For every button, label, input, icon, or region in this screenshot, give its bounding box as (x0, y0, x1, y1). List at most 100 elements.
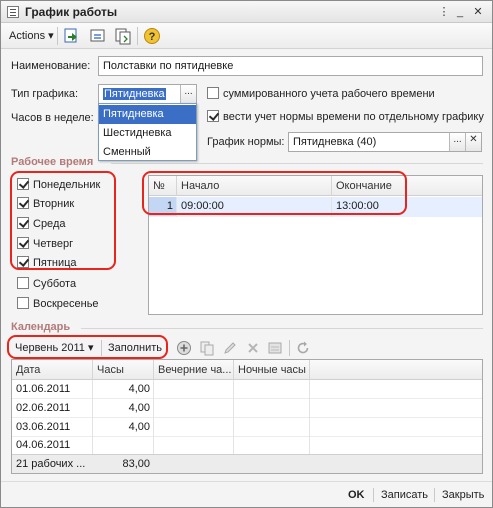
schedule-type-field[interactable]: Пятидневка ... (98, 84, 197, 104)
saturday-label: Суббота (33, 278, 77, 290)
monday-label: Понедельник (33, 179, 101, 191)
totals-row: 21 рабочих ... 83,00 (12, 454, 482, 473)
actions-menu-button[interactable]: Actions ▾ (5, 26, 58, 46)
toolbar-divider (137, 27, 138, 45)
name-label: Наименование: (11, 60, 91, 72)
month-selector[interactable]: Червень 2011 ▾ (15, 338, 94, 358)
dropdown-option[interactable]: Шестидневка (99, 124, 196, 143)
column-header[interactable]: Часы (93, 360, 154, 380)
column-header[interactable]: Начало (177, 176, 332, 196)
select-button[interactable]: ... (449, 133, 465, 151)
end-time-cell[interactable]: 13:00:00 (332, 197, 482, 216)
save-button[interactable]: Записать (381, 487, 428, 503)
footer-divider (434, 488, 435, 502)
toolbar-divider (57, 27, 58, 45)
grid-line (153, 380, 154, 454)
work-time-section-title: Рабочее время (11, 156, 94, 168)
wednesday-checkbox[interactable] (17, 217, 29, 229)
close-button[interactable]: Закрыть (442, 487, 484, 503)
monday-checkbox[interactable] (17, 178, 29, 190)
copy-document-icon[interactable] (114, 27, 132, 45)
date-cell: 03.06.2011 (16, 421, 71, 433)
footer-divider (373, 488, 374, 502)
hours-cell (93, 437, 154, 454)
actions-label: Actions (9, 30, 46, 42)
work-intervals-table[interactable]: № Начало Окончание 1 09:00:00 13:00:00 (148, 175, 483, 315)
work-schedule-window: График работы ⋮ _ ✕ Actions ▾ ? Наименов… (0, 0, 493, 508)
grid-line (309, 380, 310, 454)
fill-button[interactable]: Заполнить (108, 338, 162, 358)
column-header-empty (310, 360, 482, 380)
schedule-type-label: Тип графика: (11, 88, 79, 100)
help-icon[interactable]: ? (143, 27, 161, 45)
date-cell: 01.06.2011 (16, 383, 71, 395)
month-value: Червень 2011 (15, 342, 85, 354)
column-header[interactable]: Дата (12, 360, 93, 380)
edit-icon[interactable] (222, 340, 238, 356)
save-and-close-icon[interactable] (63, 27, 81, 45)
wednesday-label: Среда (33, 218, 66, 230)
table-row[interactable]: 01.06.2011 4,00 (12, 380, 482, 399)
ok-button[interactable]: OK (348, 487, 365, 503)
table-row[interactable]: 02.06.2011 4,00 (12, 399, 482, 418)
grid-line (12, 436, 482, 437)
add-icon[interactable] (176, 340, 192, 356)
column-header[interactable]: Ночные часы (234, 360, 310, 380)
grid-line (331, 197, 332, 217)
clear-icon[interactable]: ✕ (465, 133, 481, 151)
date-cell: 02.06.2011 (16, 402, 71, 414)
grid-line (233, 380, 234, 454)
refresh-icon[interactable] (295, 340, 311, 356)
select-button[interactable]: ... (180, 85, 196, 103)
summary-accounting-checkbox[interactable] (207, 87, 219, 99)
tuesday-checkbox[interactable] (17, 197, 29, 209)
toolbar: Actions ▾ ? (1, 23, 492, 49)
sunday-checkbox[interactable] (17, 297, 29, 309)
saturday-checkbox[interactable] (17, 277, 29, 289)
start-time-cell[interactable]: 09:00:00 (177, 197, 332, 216)
thursday-checkbox[interactable] (17, 237, 29, 249)
hours-cell: 4,00 (128, 402, 150, 414)
schedule-type-value: Пятидневка (103, 88, 166, 100)
grid-line (92, 380, 93, 454)
dropdown-option[interactable]: Сменный (99, 143, 196, 162)
column-header[interactable]: Вечерние ча... (154, 360, 234, 380)
column-header[interactable]: Окончание (332, 176, 482, 196)
document-icon (7, 6, 19, 18)
minimize-icon[interactable]: _ (453, 5, 467, 19)
hours-cell: 4,00 (128, 421, 150, 433)
tuesday-label: Вторник (33, 198, 75, 210)
total-days: 21 рабочих ... (16, 458, 86, 470)
close-icon[interactable]: ✕ (471, 5, 485, 19)
name-field[interactable]: Полставки по пятидневке (98, 56, 483, 76)
section-divider (111, 163, 483, 164)
chevron-down-icon: ▾ (87, 342, 94, 354)
total-hours: 83,00 (122, 458, 150, 470)
table-row[interactable]: 04.06.2011 (12, 437, 482, 454)
grid-line (12, 417, 482, 418)
schedule-type-dropdown: Пятидневка Шестидневка Сменный (98, 103, 197, 161)
grid-line (176, 197, 177, 217)
more-icon[interactable]: ⋮ (437, 5, 451, 19)
dropdown-option[interactable]: Пятидневка (99, 105, 196, 124)
calendar-table[interactable]: Дата Часы Вечерние ча... Ночные часы 01.… (11, 359, 483, 474)
summary-accounting-label: суммированного учета рабочего времени (223, 88, 435, 100)
reread-icon[interactable] (89, 27, 107, 45)
norm-schedule-checkbox[interactable] (207, 110, 219, 122)
norm-schedule-field[interactable]: Пятидневка (40) ... ✕ (288, 132, 482, 152)
window-title: График работы (25, 5, 118, 19)
table-row[interactable]: 03.06.2011 4,00 (12, 418, 482, 437)
sunday-label: Воскресенье (33, 298, 99, 310)
date-cell: 04.06.2011 (16, 439, 71, 451)
section-divider (81, 328, 483, 329)
toolbar-divider (289, 340, 290, 356)
end-edit-icon[interactable] (267, 340, 283, 356)
hours-cell: 4,00 (128, 383, 150, 395)
delete-icon[interactable] (245, 340, 261, 356)
copy-icon[interactable] (199, 340, 215, 356)
norm-schedule-label: вести учет нормы времени по отдельному г… (223, 111, 484, 123)
friday-checkbox[interactable] (17, 256, 29, 268)
hours-per-week-label: Часов в неделе: (11, 112, 94, 124)
column-header[interactable]: № (149, 176, 177, 196)
table-row[interactable]: 1 09:00:00 13:00:00 (149, 197, 482, 217)
